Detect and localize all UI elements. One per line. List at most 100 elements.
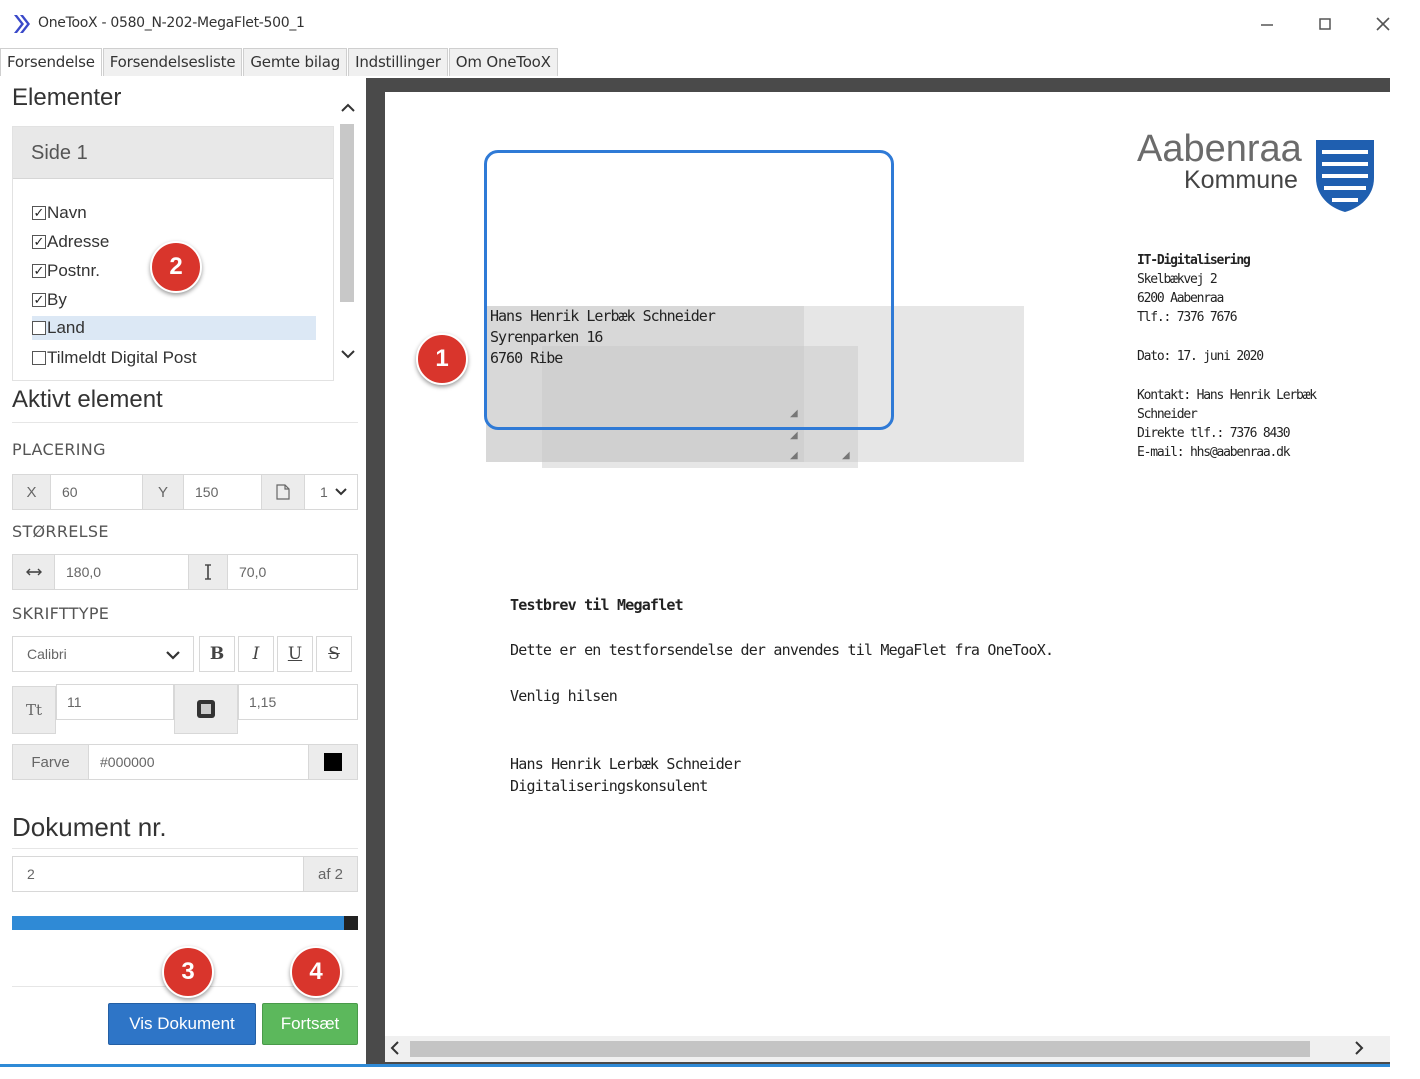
divider bbox=[12, 422, 358, 423]
placering-label: PLACERING bbox=[12, 440, 106, 459]
y-addon: Y bbox=[142, 475, 184, 509]
line-height-addon bbox=[174, 684, 238, 734]
aabenraa-shield-icon bbox=[1316, 140, 1374, 212]
address-window-frame[interactable] bbox=[484, 150, 894, 430]
tab-forsendelsesliste[interactable]: Forsendelsesliste bbox=[102, 48, 243, 76]
onetoox-logo-icon bbox=[14, 15, 30, 33]
font-size-group: 11 bbox=[56, 684, 174, 720]
chevron-down-icon bbox=[335, 488, 347, 496]
resize-handle-icon[interactable]: ◢ bbox=[842, 451, 850, 461]
preview-hscroll-thumb[interactable] bbox=[410, 1041, 1310, 1057]
progress-end-marker bbox=[344, 916, 358, 930]
x-input[interactable]: 60 bbox=[52, 475, 142, 509]
y-input[interactable]: 150 bbox=[185, 475, 261, 509]
contact-line: Direkte tlf.: 7376 8430 bbox=[1137, 426, 1291, 441]
callout-badge: 4 bbox=[290, 946, 342, 998]
date-line: Dato: 17. juni 2020 bbox=[1137, 349, 1264, 364]
minimize-button[interactable] bbox=[1250, 10, 1284, 38]
contact-line: E-mail: hhs@aabenraa.dk bbox=[1137, 445, 1291, 460]
aktivt-element-heading: Aktivt element bbox=[12, 386, 163, 413]
chevron-down-icon[interactable] bbox=[338, 344, 358, 364]
title-bar: OneTooX - 0580_N-202-MegaFlet-500_1 bbox=[0, 0, 1420, 48]
width-input[interactable]: 180,0 bbox=[56, 555, 188, 589]
line-height-group: 1,15 bbox=[238, 684, 358, 720]
element-item-land[interactable]: Land bbox=[32, 316, 316, 340]
page-icon bbox=[276, 484, 290, 500]
height-input[interactable]: 70,0 bbox=[229, 555, 357, 589]
line-height-input[interactable]: 1,15 bbox=[239, 685, 357, 719]
close-icon bbox=[1376, 17, 1390, 31]
vis-dokument-button[interactable]: Vis Dokument bbox=[108, 1003, 256, 1045]
sender-line: 6200 Aabenraa bbox=[1137, 291, 1224, 306]
sender-line: Tlf.: 7376 7676 bbox=[1137, 310, 1238, 325]
address-city[interactable]: 6760 Ribe bbox=[490, 349, 563, 367]
strikethrough-button[interactable]: S bbox=[316, 636, 352, 672]
checkbox-unchecked-icon[interactable] bbox=[32, 351, 46, 365]
callout-badge: 1 bbox=[416, 333, 468, 385]
left-panel: Elementer Side 1 ✓ Navn ✓ Adresse ✓ Postnr.… bbox=[0, 76, 365, 1066]
size-group: 180,0 70,0 bbox=[12, 554, 358, 590]
resize-handle-icon[interactable]: ◢ bbox=[790, 451, 798, 461]
divider bbox=[12, 848, 358, 849]
document-total: af 2 bbox=[303, 857, 357, 891]
checkbox-unchecked-icon[interactable] bbox=[32, 321, 46, 335]
chevron-right-icon[interactable] bbox=[1352, 1040, 1366, 1056]
checkbox-checked-icon[interactable]: ✓ bbox=[32, 235, 46, 249]
color-swatch bbox=[324, 753, 342, 771]
element-label: Tilmeldt Digital Post bbox=[47, 348, 197, 367]
maximize-icon bbox=[1319, 18, 1331, 30]
checkbox-checked-icon[interactable]: ✓ bbox=[32, 293, 46, 307]
elementer-heading: Elementer bbox=[12, 84, 122, 111]
font-size-input[interactable]: 11 bbox=[57, 685, 173, 719]
fortsaet-button[interactable]: Fortsæt bbox=[262, 1003, 358, 1045]
maximize-button[interactable] bbox=[1308, 10, 1342, 38]
tab-forsendelse[interactable]: Forsendelse bbox=[0, 48, 102, 78]
element-item-tilmeldt-digital-post[interactable]: Tilmeldt Digital Post bbox=[32, 346, 316, 370]
bold-button[interactable]: B bbox=[199, 636, 235, 672]
dokument-nr-heading: Dokument nr. bbox=[12, 812, 167, 842]
document-number-group: 2 af 2 bbox=[12, 856, 358, 892]
height-arrows-icon bbox=[205, 564, 211, 580]
elements-scrollbar[interactable] bbox=[340, 124, 354, 302]
side-header[interactable]: Side 1 bbox=[13, 127, 333, 179]
bottom-accent-line bbox=[0, 1064, 1390, 1067]
font-select[interactable]: Calibri bbox=[12, 636, 194, 672]
italic-button[interactable]: I bbox=[238, 636, 274, 672]
element-label: Postnr. bbox=[47, 261, 100, 280]
callout-badge: 2 bbox=[150, 241, 202, 293]
sender-dept: IT-Digitalisering bbox=[1137, 253, 1251, 268]
checkbox-checked-icon[interactable]: ✓ bbox=[32, 206, 46, 220]
document-number-input[interactable]: 2 bbox=[13, 857, 303, 891]
element-label: Navn bbox=[47, 203, 87, 222]
tab-om-onetoox[interactable]: Om OneTooX bbox=[448, 48, 558, 76]
element-label: Adresse bbox=[47, 232, 110, 251]
address-street[interactable]: Syrenparken 16 bbox=[490, 328, 603, 346]
close-button[interactable] bbox=[1366, 10, 1400, 38]
tab-indstillinger[interactable]: Indstillinger bbox=[348, 48, 448, 76]
underline-button[interactable]: U bbox=[277, 636, 313, 672]
color-swatch-button[interactable] bbox=[308, 745, 357, 779]
address-name[interactable]: Hans Henrik Lerbæk Schneider bbox=[490, 307, 716, 325]
signature-title: Digitaliseringskonsulent bbox=[510, 777, 708, 795]
tab-gemte-bilag[interactable]: Gemte bilag bbox=[243, 48, 348, 76]
chevron-down-icon bbox=[166, 651, 180, 660]
checkbox-checked-icon[interactable]: ✓ bbox=[32, 264, 46, 278]
resize-handle-icon[interactable]: ◢ bbox=[790, 431, 798, 441]
skrifttype-label: SKRIFTTYPE bbox=[12, 604, 110, 623]
contact-line: Schneider bbox=[1137, 407, 1198, 422]
sender-line: Skelbækvej 2 bbox=[1137, 272, 1218, 287]
chevron-left-icon[interactable] bbox=[388, 1040, 402, 1056]
resize-handle-icon[interactable]: ◢ bbox=[790, 409, 798, 419]
minimize-icon bbox=[1261, 24, 1273, 26]
page-addon bbox=[261, 475, 305, 509]
letter-greeting: Venlig hilsen bbox=[510, 687, 618, 705]
element-item-navn[interactable]: ✓ Navn bbox=[32, 201, 316, 225]
page-select[interactable]: 1 bbox=[306, 475, 357, 509]
color-group: Farve #000000 bbox=[12, 744, 358, 780]
width-arrows-icon bbox=[25, 568, 42, 576]
color-input[interactable]: #000000 bbox=[90, 745, 308, 779]
element-label: By bbox=[47, 290, 67, 309]
progress-fill bbox=[12, 916, 358, 930]
height-addon bbox=[188, 555, 228, 589]
chevron-up-icon[interactable] bbox=[338, 98, 358, 118]
